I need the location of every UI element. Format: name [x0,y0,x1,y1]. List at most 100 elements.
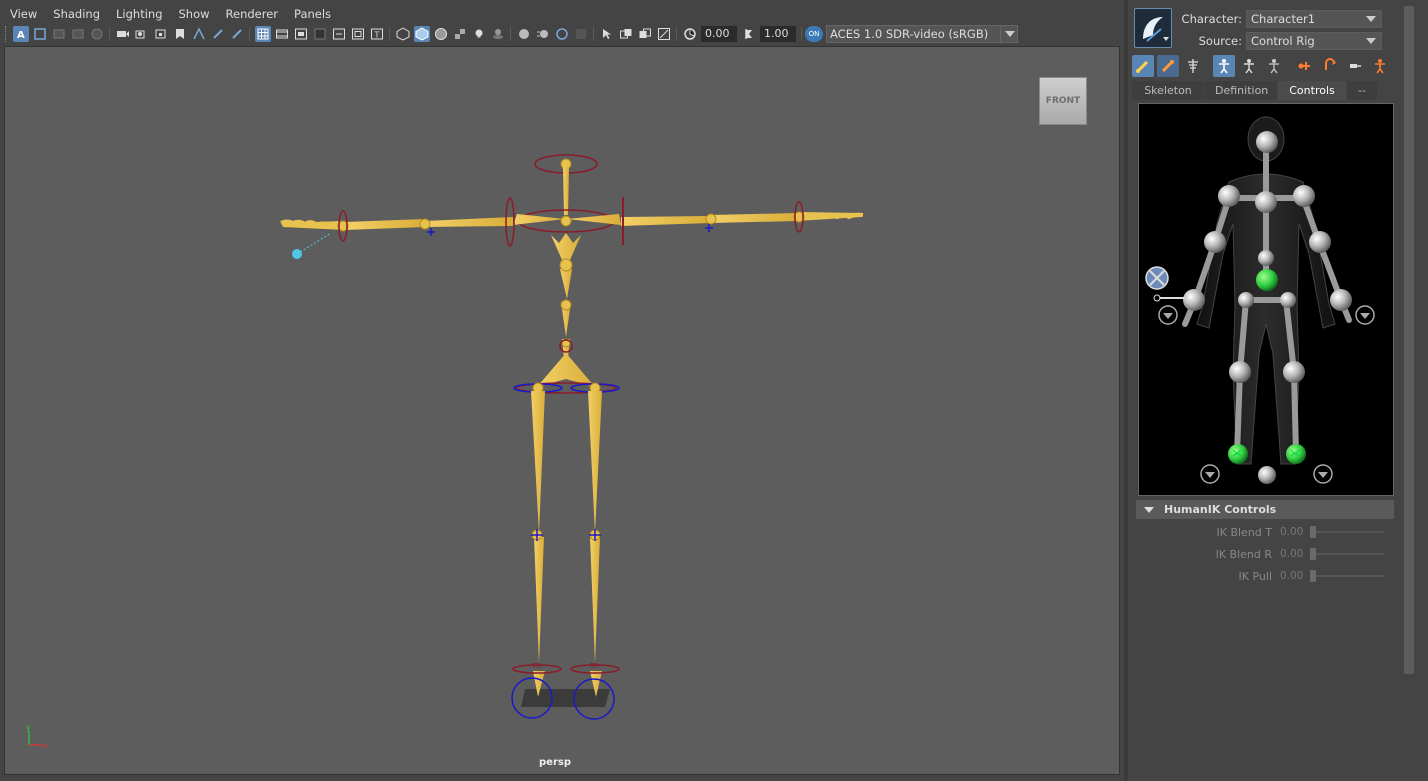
bookmarks-icon[interactable] [51,26,67,42]
gate-mask-icon[interactable] [312,26,328,42]
default-material-icon[interactable] [433,26,449,42]
anti-aliasing-icon[interactable] [554,26,570,42]
pin-none-icon[interactable] [1344,55,1366,77]
menu-panels[interactable]: Panels [286,4,339,24]
left-hip-effector[interactable] [1238,292,1254,308]
select-edit-mode-icon[interactable] [1132,55,1154,77]
right-wrist-effector[interactable] [1330,289,1352,311]
tab-controls[interactable]: Controls [1278,81,1346,100]
right-elbow-effector[interactable] [1309,231,1331,253]
film-gate-icon[interactable] [274,26,290,42]
wireframe-icon[interactable] [395,26,411,42]
spine[interactable] [537,215,595,387]
depth-of-field-icon[interactable] [573,26,589,42]
textured-icon[interactable] [452,26,468,42]
character-select[interactable]: Character1 [1246,10,1382,28]
body-mode-icon[interactable] [1238,55,1260,77]
safe-action-icon[interactable] [350,26,366,42]
right-shoulder-effector[interactable] [1293,185,1315,207]
ik-pull-slider[interactable] [1310,570,1384,582]
select-camera-icon[interactable]: A [12,26,29,42]
menu-renderer[interactable]: Renderer [218,4,287,24]
pin-translate-icon[interactable] [1294,55,1316,77]
hips-control[interactable] [513,382,620,394]
field-chart-icon[interactable] [331,26,347,42]
right-hand-expand-icon[interactable] [1355,305,1375,325]
ik-blend-r-slider[interactable] [1310,548,1384,560]
resolution-gate-icon[interactable] [293,26,309,42]
slider-handle[interactable] [1310,570,1316,582]
right-foot-expand-icon[interactable] [1313,464,1333,484]
motion-blur-icon[interactable] [535,26,551,42]
right-arm[interactable] [567,197,864,245]
panel-scrollbar[interactable] [1404,6,1414,674]
stance-pose-icon[interactable] [1369,55,1391,77]
isolate-select-icon[interactable] [599,26,615,42]
2d-pan-zoom-icon[interactable] [89,26,105,42]
safe-title-icon[interactable]: T [369,26,385,42]
menu-lighting[interactable]: Lighting [108,4,170,24]
ik-blend-t-value[interactable]: 0.00 [1278,526,1310,538]
left-shoulder-effector[interactable] [1218,185,1240,207]
grid-icon[interactable] [254,26,271,42]
xray-icon[interactable] [618,26,634,42]
source-select[interactable]: Control Rig [1246,32,1382,50]
lights-icon[interactable] [471,26,487,42]
view-transform-select[interactable]: ACES 1.0 SDR-video (sRGB) [826,25,1018,43]
camera-lock-icon[interactable] [153,26,169,42]
right-knee-effector[interactable] [1283,361,1305,383]
left-wrist-effector[interactable] [1183,289,1205,311]
exposure-field[interactable]: 0.00 [701,26,737,42]
menu-shading[interactable]: Shading [45,4,108,24]
smooth-shade-icon[interactable] [413,26,430,42]
gamma-icon[interactable] [741,26,757,42]
slider-handle[interactable] [1310,548,1316,560]
tab-more[interactable]: --- [1347,81,1377,116]
left-hand-effector-icon[interactable] [1145,266,1185,302]
skeleton-toggle-icon[interactable] [1182,55,1204,77]
reference-effector[interactable] [1258,466,1276,484]
ik-blend-r-value[interactable]: 0.00 [1278,548,1310,560]
slider-handle[interactable] [1310,526,1316,538]
left-hand-expand-icon[interactable] [1158,305,1178,325]
view-cube[interactable]: FRONT [1039,77,1087,125]
grease-pencil-icon[interactable] [115,26,131,42]
bookmark-icon[interactable] [172,26,188,42]
left-elbow-effector[interactable] [1204,231,1226,253]
tab-skeleton[interactable]: Skeleton [1132,81,1204,100]
neck-bone[interactable] [563,167,569,215]
brush-icon[interactable] [229,26,245,42]
ik-blend-t-slider[interactable] [1310,526,1384,538]
shadows-icon[interactable] [490,26,506,42]
left-foot-expand-icon[interactable] [1200,464,1220,484]
tab-definition[interactable]: Definition [1205,81,1277,100]
humanik-controls-section-header[interactable]: HumanIK Controls [1136,500,1394,519]
xray-active-icon[interactable] [637,26,653,42]
image-plane-icon[interactable] [70,26,86,42]
pan-icon[interactable] [210,26,226,42]
neck-effector[interactable] [1255,191,1277,213]
ik-pull-value[interactable]: 0.00 [1278,570,1310,582]
gamma-field[interactable]: 1.00 [760,26,796,42]
exposure-icon[interactable] [682,26,698,42]
color-management-toggle[interactable]: ON [805,26,823,42]
release-pinning-icon[interactable] [1263,55,1285,77]
body-part-mode-icon[interactable] [1213,55,1235,77]
full-body-mode-icon[interactable] [1157,55,1179,77]
pin-rotate-icon[interactable] [1319,55,1341,77]
left-arm[interactable] [280,197,565,259]
snap-icon[interactable] [191,26,207,42]
chest-effector[interactable] [1258,250,1274,266]
camera-attributes-icon[interactable] [32,26,48,42]
ambient-occlusion-icon[interactable] [516,26,532,42]
left-knee-effector[interactable] [1229,361,1251,383]
humanik-control-figure[interactable] [1138,103,1394,496]
head-effector[interactable] [1256,131,1278,153]
menu-show[interactable]: Show [171,4,218,24]
3d-viewport[interactable]: TR TR FRONT y x persp [4,46,1120,775]
hips-effector[interactable] [1256,269,1278,291]
camera-icon[interactable] [134,26,150,42]
xray-joints-icon[interactable] [656,26,672,42]
toolbar-grip[interactable] [5,26,8,42]
menu-view[interactable]: View [2,4,45,24]
